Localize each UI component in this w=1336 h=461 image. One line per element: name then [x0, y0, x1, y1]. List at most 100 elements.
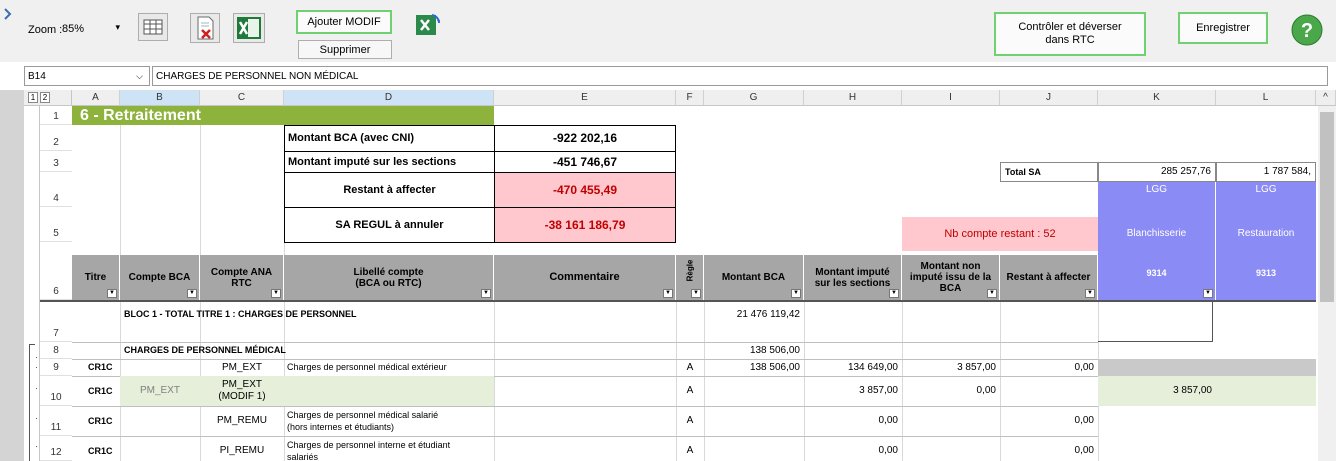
- delete-button[interactable]: Supprimer: [298, 40, 392, 59]
- row-10-compte-bca[interactable]: PM_EXT: [120, 376, 200, 406]
- row-10-libelle[interactable]: [284, 376, 494, 406]
- row-header-11[interactable]: 11: [40, 406, 72, 436]
- header-restant[interactable]: Restant à affecter ▼: [1000, 255, 1098, 300]
- filter-dropdown-icon[interactable]: ▼: [107, 289, 117, 298]
- column-header-c[interactable]: C: [200, 90, 284, 106]
- filter-dropdown-icon[interactable]: ▼: [271, 289, 281, 298]
- row-11-montant-impute[interactable]: 0,00: [804, 406, 902, 436]
- row-10-montant-non-impute[interactable]: 0,00: [902, 376, 1000, 406]
- row-12-libelle[interactable]: Charges de personnel interne et étudiant…: [284, 436, 494, 461]
- row-9-compte-ana[interactable]: PM_EXT: [200, 359, 284, 376]
- filter-dropdown-icon[interactable]: ▼: [691, 289, 701, 298]
- row-header-7[interactable]: 7: [40, 302, 72, 342]
- column-header-e[interactable]: E: [494, 90, 676, 106]
- column-header-l[interactable]: L: [1216, 90, 1316, 106]
- header-libelle[interactable]: Libellé compte (BCA ou RTC) ▼: [284, 255, 494, 300]
- row-11-compte-ana[interactable]: PM_REMU: [200, 406, 284, 436]
- control-transfer-button[interactable]: Contrôler et déverser dans RTC: [994, 12, 1146, 56]
- refresh-excel-button[interactable]: [412, 11, 442, 39]
- row-10-montant-impute[interactable]: 3 857,00: [804, 376, 902, 406]
- row-header-3[interactable]: 3: [40, 151, 72, 172]
- row-12-compte-ana[interactable]: PI_REMU: [200, 436, 284, 461]
- row-9-regle[interactable]: A: [676, 359, 704, 376]
- column-header-i[interactable]: I: [902, 90, 1000, 106]
- scrollbar-thumb[interactable]: [1320, 112, 1334, 302]
- cell-reference-box[interactable]: B14 ⌵: [24, 66, 150, 86]
- filter-dropdown-icon[interactable]: ▼: [1203, 289, 1213, 298]
- outline-level-1-button[interactable]: 1: [28, 92, 38, 103]
- help-button[interactable]: ?: [1291, 14, 1323, 46]
- row-9-montant-bca[interactable]: 138 506,00: [704, 359, 804, 376]
- zoom-select[interactable]: 85% ▾: [60, 19, 130, 39]
- row-header-9[interactable]: 9: [40, 359, 72, 376]
- grid-view-button[interactable]: [138, 13, 168, 41]
- row-9-restant[interactable]: 0,00: [1000, 359, 1098, 376]
- header-section-k-code[interactable]: 9314 ▼: [1098, 251, 1216, 300]
- header-commentaire[interactable]: Commentaire ▼: [494, 255, 676, 300]
- column-header-g[interactable]: G: [704, 90, 804, 106]
- row-11-restant[interactable]: 0,00: [1000, 406, 1098, 436]
- outline-level-2-button[interactable]: 2: [40, 92, 50, 103]
- row-11-titre[interactable]: CR1C: [72, 406, 120, 436]
- montant-bca-value[interactable]: -922 202,16: [494, 125, 676, 152]
- column-header-a[interactable]: A: [72, 90, 120, 106]
- row-header-12[interactable]: 12: [40, 436, 72, 461]
- row-9-libelle[interactable]: Charges de personnel médical extérieur: [284, 359, 494, 376]
- row-7-montant-bca[interactable]: 21 476 119,42: [704, 302, 804, 328]
- filter-dropdown-icon[interactable]: ▼: [791, 289, 801, 298]
- row-10-compte-ana[interactable]: PM_EXT (MODIF 1): [200, 376, 284, 406]
- restant-value[interactable]: -470 455,49: [494, 172, 676, 208]
- filter-dropdown-icon[interactable]: ▼: [1085, 289, 1095, 298]
- header-section-l-code[interactable]: 9313: [1216, 251, 1316, 300]
- row-10-section-l[interactable]: [1216, 376, 1316, 406]
- add-modif-button[interactable]: Ajouter MODIF: [296, 10, 392, 34]
- header-compte-bca[interactable]: Compte BCA ▼: [120, 255, 200, 300]
- row-header-10[interactable]: 10: [40, 376, 72, 406]
- row-header-1[interactable]: 1: [40, 106, 72, 125]
- row-9-titre[interactable]: CR1C: [72, 359, 120, 376]
- header-montant-bca[interactable]: Montant BCA ▼: [704, 255, 804, 300]
- row-8-label[interactable]: CHARGES DE PERSONNEL MÉDICAL: [120, 342, 494, 359]
- column-header-f[interactable]: F: [676, 90, 704, 106]
- column-header-h[interactable]: H: [804, 90, 902, 106]
- total-sa-l[interactable]: 1 787 584,: [1216, 162, 1316, 182]
- row-header-8[interactable]: 8: [40, 342, 72, 359]
- header-regle[interactable]: Règle ▼: [676, 255, 704, 300]
- row-9-k-fill[interactable]: [1098, 359, 1316, 376]
- row-10-section-k[interactable]: 3 857,00: [1098, 376, 1216, 406]
- filter-dropdown-icon[interactable]: ▼: [481, 289, 491, 298]
- row-12-restant[interactable]: 0,00: [1000, 436, 1098, 461]
- row-11-regle[interactable]: A: [676, 406, 704, 436]
- collapse-arrow-icon[interactable]: [4, 8, 12, 20]
- filter-dropdown-icon[interactable]: ▼: [889, 289, 899, 298]
- row-header-4[interactable]: 4: [40, 172, 72, 207]
- header-titre[interactable]: Titre ▼: [72, 255, 120, 300]
- row-10-titre[interactable]: CR1C: [72, 376, 120, 406]
- row-12-montant-impute[interactable]: 0,00: [804, 436, 902, 461]
- column-header-b[interactable]: B: [120, 90, 200, 106]
- row-9-montant-impute[interactable]: 134 649,00: [804, 359, 902, 376]
- header-montant-impute[interactable]: Montant imputé sur les sections ▼: [804, 255, 902, 300]
- filter-dropdown-icon[interactable]: ▼: [987, 289, 997, 298]
- column-header-j[interactable]: J: [1000, 90, 1098, 106]
- scroll-up-button[interactable]: ^: [1316, 90, 1336, 106]
- filter-dropdown-icon[interactable]: ▼: [663, 289, 673, 298]
- column-header-d[interactable]: D: [284, 90, 494, 106]
- header-compte-ana[interactable]: Compte ANA RTC ▼: [200, 255, 284, 300]
- export-excel-button[interactable]: [233, 13, 265, 43]
- column-header-k[interactable]: K: [1098, 90, 1216, 106]
- delete-file-button[interactable]: [190, 13, 220, 43]
- row-11-libelle[interactable]: Charges de personnel médical salarié (ho…: [284, 406, 494, 436]
- row-10-regle[interactable]: A: [676, 376, 704, 406]
- row-header-2[interactable]: 2: [40, 125, 72, 151]
- row-12-regle[interactable]: A: [676, 436, 704, 461]
- total-sa-k[interactable]: 285 257,76: [1098, 162, 1216, 182]
- montant-impute-value[interactable]: -451 746,67: [494, 151, 676, 173]
- row-header-5[interactable]: 5: [40, 207, 72, 242]
- sa-regul-value[interactable]: -38 161 186,79: [494, 207, 676, 243]
- save-button[interactable]: Enregistrer: [1178, 12, 1268, 44]
- row-9-montant-non-impute[interactable]: 3 857,00: [902, 359, 1000, 376]
- row-header-6[interactable]: 6: [40, 242, 72, 300]
- header-montant-non-impute[interactable]: Montant non imputé issu de la BCA ▼: [902, 255, 1000, 300]
- row-8-montant-bca[interactable]: 138 506,00: [704, 342, 804, 359]
